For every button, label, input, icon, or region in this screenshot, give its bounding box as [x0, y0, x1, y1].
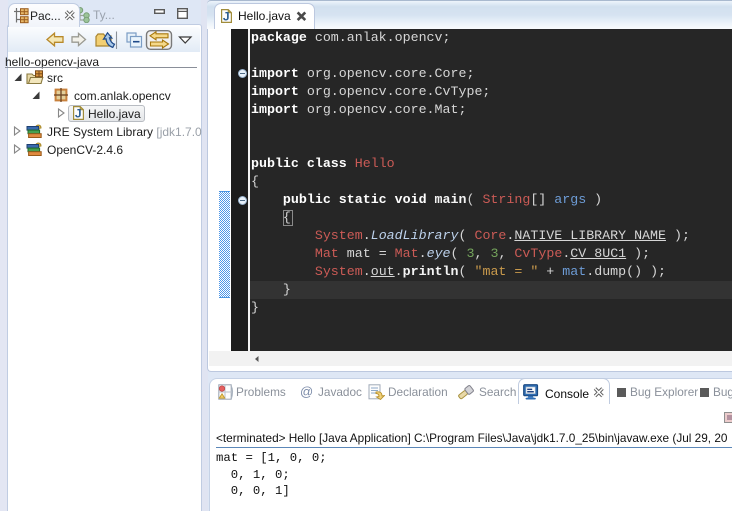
svg-text:J: J: [75, 106, 82, 120]
svg-text:J: J: [223, 9, 230, 23]
